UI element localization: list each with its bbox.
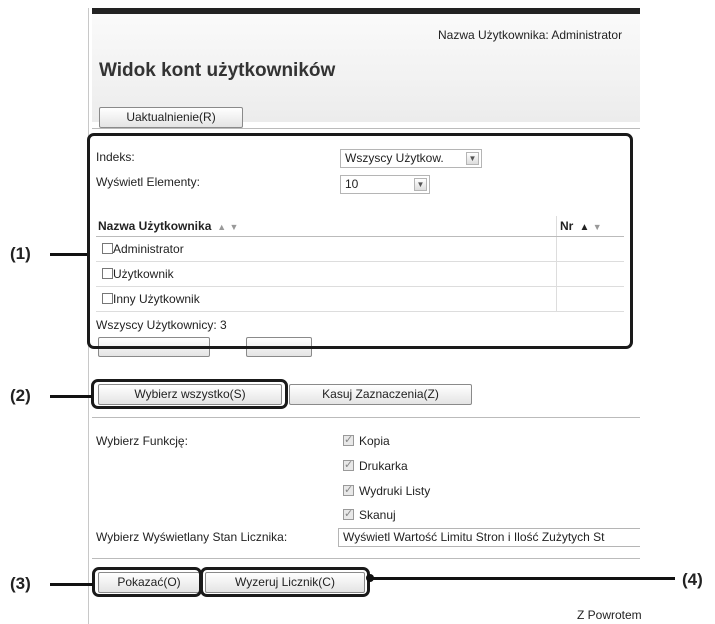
clear-selection-button[interactable]: Kasuj Zaznaczenia(Z): [289, 384, 472, 405]
user-name-line: Nazwa Użytkownika: Administrator: [438, 28, 623, 42]
callout-frame-4: [200, 567, 370, 597]
divider: [92, 558, 640, 559]
divider: [92, 417, 640, 418]
function-checkbox[interactable]: [343, 458, 354, 471]
function-option-label: Wydruki Listy: [359, 484, 431, 498]
page-title: Widok kont użytkowników: [99, 60, 336, 81]
callout-label-2: (2): [10, 386, 31, 405]
counter-label: Wybierz Wyświetlany Stan Licznika:: [96, 530, 288, 544]
callout-frame-2: [91, 379, 288, 409]
function-checkbox[interactable]: [343, 433, 354, 446]
function-checkbox[interactable]: [343, 483, 354, 496]
function-label: Wybierz Funkcję:: [96, 434, 188, 448]
back-link[interactable]: Z Powrotem: [577, 608, 642, 622]
callout-frame-1: [87, 133, 633, 349]
update-button[interactable]: Uaktualnienie(R): [99, 107, 243, 128]
callout-label-3: (3): [10, 574, 31, 593]
function-checkbox[interactable]: [343, 507, 354, 520]
leader-line: [50, 253, 87, 256]
leader-line: [50, 395, 92, 398]
divider: [92, 128, 640, 129]
counter-select[interactable]: Wyświetl Wartość Limitu Stron i Ilość Zu…: [338, 528, 640, 547]
function-option-label: Skanuj: [359, 508, 396, 522]
callout-label-4: (4): [682, 570, 703, 589]
leader-line: [370, 577, 675, 580]
function-option-label: Drukarka: [359, 459, 408, 473]
callout-label-1: (1): [10, 244, 31, 263]
leader-line: [50, 583, 93, 586]
callout-frame-3: [92, 567, 202, 597]
function-option-label: Kopia: [359, 434, 390, 448]
leader-dot: [366, 574, 374, 582]
